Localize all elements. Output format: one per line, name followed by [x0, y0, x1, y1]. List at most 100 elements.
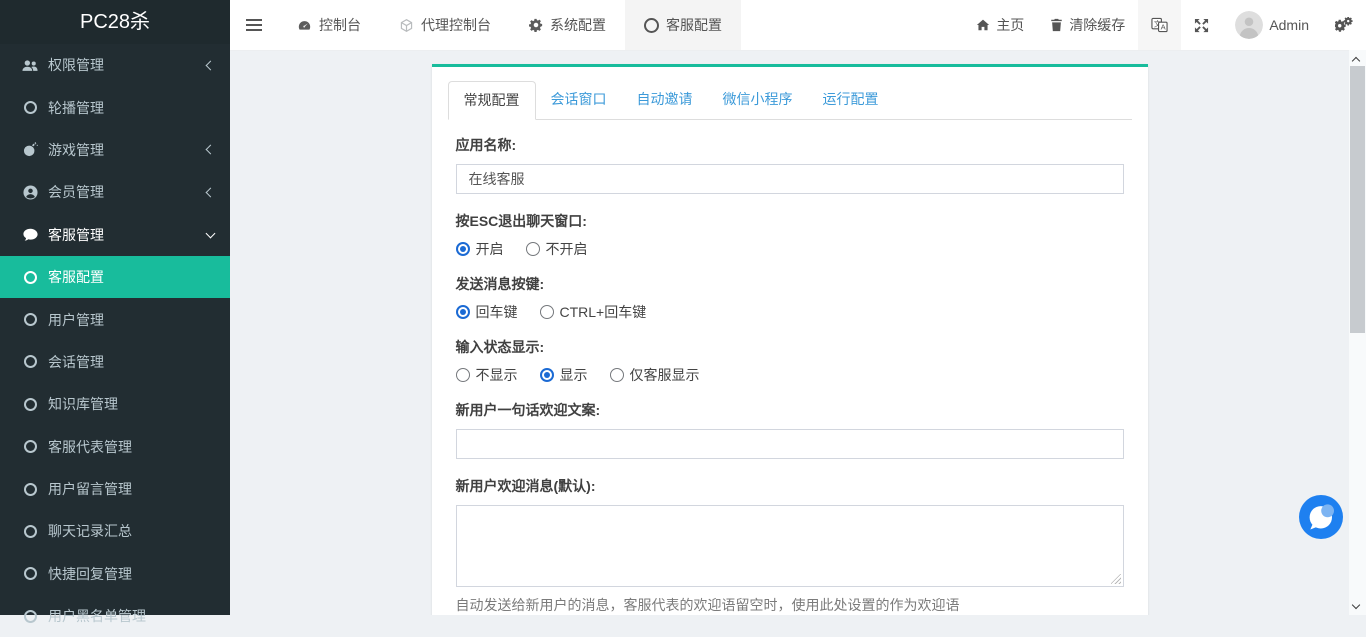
scroll-down-arrow[interactable] [1349, 599, 1366, 613]
nav-item-label: 控制台 [319, 17, 361, 33]
users-icon [20, 59, 40, 72]
circle-icon [20, 355, 40, 369]
tab-chat-window[interactable]: 会话窗口 [536, 81, 622, 119]
home-button[interactable]: 主页 [963, 0, 1037, 50]
welcome-message-textarea[interactable] [455, 505, 1124, 587]
home-icon [976, 18, 990, 32]
nav-item-system-config[interactable]: 系统配置 [510, 0, 625, 50]
circle-icon [20, 609, 40, 623]
radio-icon[interactable] [455, 367, 470, 382]
sidebar-subitem-knowledge-base[interactable]: 知识库管理 [0, 383, 230, 425]
sidebar-menu: 权限管理 轮播管理 游戏管理 会员管理 客服管理 客服配置 用户管理 会话管理 … [0, 44, 230, 637]
circle-icon [20, 524, 40, 538]
radio-icon[interactable] [609, 367, 624, 382]
radio-label: 不显示 [475, 366, 518, 383]
sidebar-subitem-blacklist[interactable]: 用户黑名单管理 [0, 595, 230, 637]
cube-icon [399, 18, 414, 33]
chevron-left-icon [205, 145, 216, 155]
esc-exit-label: 按ESC退出聊天窗口: [455, 213, 587, 229]
hamburger-menu-icon[interactable] [230, 0, 278, 50]
clear-cache-button[interactable]: 清除缓存 [1037, 0, 1138, 50]
radio-label: 开启 [475, 240, 504, 257]
field-welcome-message: 新用户欢迎消息(默认): 自动发送给新用户的消息，客服代表的欢迎语留空时，使用此… [455, 476, 1124, 615]
one-line-welcome-input[interactable] [455, 429, 1124, 459]
sidebar-item-label: 会员管理 [48, 184, 104, 201]
radio-option-agent-only[interactable]: 仅客服显示 [609, 365, 700, 385]
radio-icon[interactable] [539, 304, 554, 319]
user-circle-icon [20, 185, 40, 200]
scroll-up-arrow[interactable] [1349, 52, 1366, 66]
navbar-left: 控制台 代理控制台 系统配置 客服配置 [230, 0, 741, 50]
gear-icon [529, 18, 543, 32]
vertical-scrollbar[interactable] [1349, 50, 1366, 615]
circle-icon [20, 440, 40, 454]
chevron-left-icon [205, 60, 216, 71]
scrollbar-thumb[interactable] [1350, 66, 1365, 333]
send-key-options: 回车键 CTRL+回车键 [455, 302, 1124, 322]
nav-item-label: 客服配置 [666, 17, 722, 33]
circle-icon [20, 397, 40, 411]
one-line-welcome-label: 新用户一句话欢迎文案: [455, 402, 601, 418]
radio-option-show[interactable]: 显示 [539, 365, 588, 385]
sidebar-item-permission[interactable]: 权限管理 [0, 44, 230, 86]
nav-item-cs-config[interactable]: 客服配置 [625, 0, 741, 50]
user-menu[interactable]: Admin [1222, 0, 1322, 50]
sidebar-subitem-session-mgmt[interactable]: 会话管理 [0, 341, 230, 383]
sidebar-item-games[interactable]: 游戏管理 [0, 129, 230, 171]
main-content: 常规配置 会话窗口 自动邀请 微信小程序 运行配置 应用名称: 按ESC退出聊天… [230, 50, 1349, 615]
radio-icon[interactable] [539, 367, 554, 382]
circle-icon [20, 101, 40, 115]
sidebar-item-customer-service[interactable]: 客服管理 [0, 214, 230, 256]
radio-option-ctrl-enter[interactable]: CTRL+回车键 [539, 302, 646, 322]
sidebar-item-members[interactable]: 会员管理 [0, 171, 230, 213]
radio-option-hide[interactable]: 不显示 [455, 365, 518, 385]
translate-button[interactable]: 文A [1138, 0, 1182, 50]
sidebar-item-label: 会话管理 [48, 353, 104, 370]
radio-option-off[interactable]: 不开启 [525, 239, 588, 259]
radio-icon[interactable] [525, 241, 540, 256]
tab-wechat-miniprogram[interactable]: 微信小程序 [708, 81, 808, 119]
settings-button[interactable] [1322, 0, 1366, 50]
radio-option-on[interactable]: 开启 [455, 239, 504, 259]
tab-bar: 常规配置 会话窗口 自动邀请 微信小程序 运行配置 [447, 81, 1132, 120]
radio-icon[interactable] [455, 241, 470, 256]
top-navbar: 控制台 代理控制台 系统配置 客服配置 主页 清除缓存 文 A Admin [230, 0, 1366, 51]
app-name-input[interactable] [455, 164, 1124, 194]
circle-icon [20, 270, 40, 284]
tab-runtime-config[interactable]: 运行配置 [808, 81, 894, 119]
fullscreen-button[interactable] [1181, 0, 1222, 50]
radio-icon[interactable] [455, 304, 470, 319]
nav-item-agent-console[interactable]: 代理控制台 [380, 0, 510, 50]
sidebar: PC28杀 权限管理 轮播管理 游戏管理 会员管理 客服管理 客服配置 用户管理… [0, 0, 230, 624]
sidebar-subitem-user-messages[interactable]: 用户留言管理 [0, 468, 230, 510]
comment-icon [20, 228, 40, 242]
tab-general-config[interactable]: 常规配置 [447, 81, 536, 120]
send-key-label: 发送消息按键: [455, 276, 545, 292]
radio-label: 仅客服显示 [629, 366, 700, 383]
app-logo[interactable]: PC28杀 [0, 0, 230, 44]
nav-item-label: 代理控制台 [421, 17, 491, 33]
sidebar-subitem-cs-config[interactable]: 客服配置 [0, 255, 230, 299]
sidebar-subitem-agents[interactable]: 客服代表管理 [0, 426, 230, 468]
home-label: 主页 [996, 17, 1025, 33]
sidebar-subitem-user-mgmt[interactable]: 用户管理 [0, 298, 230, 340]
settings-card: 常规配置 会话窗口 自动邀请 微信小程序 运行配置 应用名称: 按ESC退出聊天… [431, 64, 1148, 615]
typing-status-options: 不显示 显示 仅客服显示 [455, 365, 1124, 385]
welcome-message-label: 新用户欢迎消息(默认): [455, 478, 596, 494]
sidebar-item-label: 用户黑名单管理 [48, 608, 146, 625]
chat-widget-button[interactable] [1299, 495, 1343, 539]
sidebar-subitem-chat-logs[interactable]: 聊天记录汇总 [0, 510, 230, 552]
sidebar-subitem-quick-replies[interactable]: 快捷回复管理 [0, 553, 230, 595]
esc-exit-options: 开启 不开启 [455, 239, 1124, 259]
app-name-label: 应用名称: [455, 137, 517, 153]
nav-item-dashboard[interactable]: 控制台 [278, 0, 380, 50]
cogs-icon [1335, 17, 1353, 33]
tab-auto-invite[interactable]: 自动邀请 [622, 81, 708, 119]
sidebar-item-label: 知识库管理 [48, 396, 118, 413]
typing-status-label: 输入状态显示: [455, 339, 545, 355]
sidebar-item-label: 聊天记录汇总 [48, 523, 132, 540]
clear-cache-label: 清除缓存 [1069, 17, 1126, 33]
radio-option-enter[interactable]: 回车键 [455, 302, 518, 322]
radio-label: 不开启 [545, 240, 588, 257]
sidebar-item-carousel[interactable]: 轮播管理 [0, 86, 230, 128]
